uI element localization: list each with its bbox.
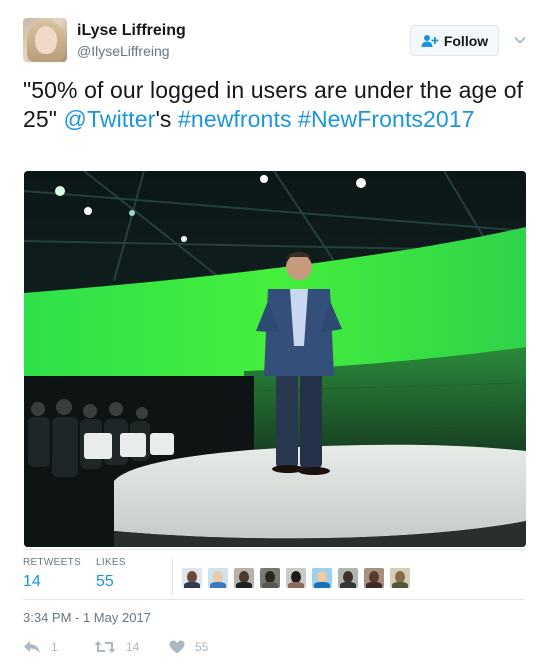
likes-stat[interactable]: LIKES 55 bbox=[96, 556, 126, 592]
tweet-header: iLyse Liffreing @IlyseLiffreing Follow bbox=[23, 18, 533, 64]
mention-link[interactable]: @Twitter bbox=[64, 106, 156, 132]
retweet-count: 14 bbox=[126, 640, 140, 654]
like-heart-icon bbox=[169, 640, 185, 654]
follow-person-plus-icon bbox=[421, 34, 439, 47]
stage-photo-illustration bbox=[24, 171, 526, 547]
tweet-stats: RETWEETS 14 LIKES 55 bbox=[23, 556, 525, 600]
follow-button-label: Follow bbox=[443, 32, 489, 49]
liker-avatar[interactable] bbox=[390, 568, 410, 588]
liker-avatar[interactable] bbox=[338, 568, 358, 588]
liker-avatar[interactable] bbox=[260, 568, 280, 588]
reply-icon bbox=[24, 641, 40, 653]
divider-top bbox=[23, 549, 525, 550]
caret-down-icon[interactable] bbox=[512, 32, 528, 48]
retweets-count[interactable]: 14 bbox=[23, 572, 81, 592]
follow-button[interactable]: Follow bbox=[410, 25, 499, 56]
tweet-actions: 1 14 55 bbox=[23, 640, 323, 660]
tweet-photo[interactable] bbox=[24, 171, 526, 547]
avatar-face bbox=[35, 26, 57, 54]
liker-avatar[interactable] bbox=[182, 568, 202, 588]
retweets-label: RETWEETS bbox=[23, 557, 81, 568]
avatar[interactable] bbox=[23, 18, 67, 62]
divider-bottom bbox=[23, 599, 525, 600]
screen-name[interactable]: @IlyseLiffreing bbox=[77, 42, 186, 60]
reply-action[interactable]: 1 bbox=[23, 640, 58, 654]
tweet-text: "50% of our logged in users are under th… bbox=[23, 76, 528, 134]
likes-count[interactable]: 55 bbox=[96, 572, 126, 592]
hashtag-newfronts[interactable]: #newfronts bbox=[178, 106, 292, 132]
liker-avatar[interactable] bbox=[286, 568, 306, 588]
full-name[interactable]: iLyse Liffreing bbox=[77, 21, 186, 40]
reply-count: 1 bbox=[51, 640, 58, 654]
tweet-timestamp[interactable]: 3:34 PM - 1 May 2017 bbox=[23, 610, 151, 625]
liker-avatar[interactable] bbox=[312, 568, 332, 588]
liker-avatar[interactable] bbox=[234, 568, 254, 588]
likes-label: LIKES bbox=[96, 557, 126, 568]
like-count: 55 bbox=[195, 640, 209, 654]
stats-divider bbox=[172, 558, 173, 596]
tweet-text-middle: 's bbox=[155, 106, 179, 132]
hashtag-newfronts2017[interactable]: #NewFronts2017 bbox=[298, 106, 475, 132]
retweet-action[interactable]: 14 bbox=[94, 640, 139, 654]
like-action[interactable]: 55 bbox=[169, 640, 208, 654]
liker-avatar[interactable] bbox=[364, 568, 384, 588]
retweet-icon bbox=[94, 641, 116, 653]
liker-avatars bbox=[182, 568, 416, 588]
retweets-stat[interactable]: RETWEETS 14 bbox=[23, 556, 81, 592]
liker-avatar[interactable] bbox=[208, 568, 228, 588]
user-names[interactable]: iLyse Liffreing @IlyseLiffreing bbox=[77, 21, 186, 60]
